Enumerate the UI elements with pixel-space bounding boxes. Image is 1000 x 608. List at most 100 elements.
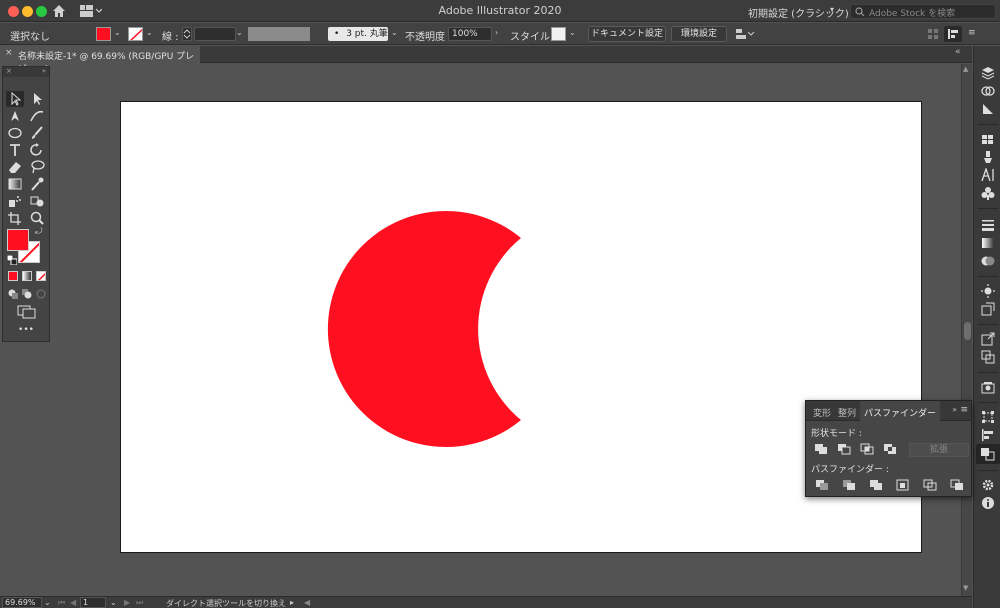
artboard-number-field[interactable]: 1 [80, 597, 106, 608]
document-tab[interactable]: × 名称未設定-1* @ 69.69% (RGB/GPU プレビュー) [0, 46, 200, 75]
variable-width-profile[interactable] [248, 27, 310, 41]
gear-icon[interactable] [981, 478, 995, 492]
trim-icon[interactable] [842, 479, 856, 491]
image-trace-icon[interactable] [981, 380, 995, 394]
window-minimize-button[interactable] [22, 6, 33, 17]
stroke-color-swatch[interactable] [128, 27, 143, 41]
align-icon[interactable] [981, 428, 995, 442]
selection-tool[interactable] [6, 91, 24, 107]
vertical-scrollbar[interactable]: ▲ ▼ [961, 64, 972, 596]
gradient-panel-icon[interactable] [981, 236, 995, 250]
lasso-tool[interactable] [28, 159, 46, 175]
zoom-tool[interactable] [28, 210, 46, 226]
swap-fill-stroke-icon[interactable]: ⤾ [35, 227, 43, 237]
screen-mode-icon[interactable] [17, 305, 37, 319]
swatches-icon[interactable] [981, 132, 995, 146]
column-graph-tool[interactable] [28, 193, 46, 209]
collapse-panels-icon[interactable]: « [955, 47, 969, 61]
chevron-down-icon[interactable]: ⌄ [44, 598, 51, 607]
transparency-icon[interactable] [981, 254, 995, 268]
panel-menu-icon[interactable]: ≡ [960, 405, 968, 415]
stroke-weight-field[interactable] [194, 27, 236, 41]
paintbrush-tool[interactable] [28, 125, 46, 141]
panel-toggle-button[interactable] [944, 26, 962, 42]
graphic-styles-icon[interactable] [981, 302, 995, 316]
unite-icon[interactable] [814, 443, 828, 455]
next-artboard-icon[interactable]: ▶ [124, 598, 130, 607]
none-mode-button[interactable] [36, 271, 46, 281]
divide-icon[interactable] [815, 479, 829, 491]
first-artboard-icon[interactable]: ⏮ [58, 598, 65, 608]
stroke-panel-icon[interactable] [981, 218, 995, 232]
chevron-right-icon[interactable]: › [495, 28, 498, 37]
window-maximize-button[interactable] [36, 6, 47, 17]
eraser-tool[interactable] [6, 159, 24, 175]
expand-button[interactable]: 拡張 [909, 443, 969, 457]
status-tool-hint[interactable]: ダイレクト選択ツールを切り換え [166, 598, 286, 608]
draw-normal-icon[interactable] [8, 289, 18, 299]
brush-definition[interactable]: • 3 pt. 丸筆 [328, 27, 388, 41]
edit-toolbar-button[interactable]: ••• [3, 325, 49, 335]
chevron-down-icon[interactable]: ⌄ [110, 598, 117, 607]
expand-icon[interactable]: » [42, 67, 46, 75]
curvature-tool[interactable] [28, 108, 46, 124]
close-icon[interactable]: × [5, 48, 13, 58]
chevron-down-icon[interactable]: ▾ [830, 5, 834, 14]
layers-icon[interactable] [981, 66, 995, 80]
preferences-button[interactable]: 環境設定 [671, 26, 727, 42]
crescent-shape[interactable] [121, 102, 923, 554]
scroll-left-icon[interactable]: ◀ [304, 598, 310, 607]
scroll-down-icon[interactable]: ▼ [963, 584, 968, 592]
export-icon[interactable] [981, 332, 995, 346]
artboard-tool[interactable] [6, 210, 24, 226]
vertical-scroll-thumb[interactable] [964, 322, 971, 340]
default-colors-icon[interactable] [7, 255, 17, 265]
artboard[interactable] [120, 101, 922, 553]
chevron-down-icon[interactable]: ⌄ [146, 28, 153, 37]
pen-tool[interactable] [6, 108, 24, 124]
libraries-icon[interactable] [981, 84, 995, 98]
tab-pathfinder[interactable]: パスファインダー [860, 401, 941, 421]
status-menu-icon[interactable]: ▸ [290, 598, 294, 607]
chevron-down-icon[interactable]: ⌄ [391, 28, 398, 37]
intersect-icon[interactable] [860, 443, 874, 455]
ellipse-tool[interactable] [6, 125, 24, 141]
scroll-up-icon[interactable]: ▲ [963, 65, 968, 73]
draw-behind-icon[interactable] [22, 289, 32, 299]
stock-search-input[interactable]: Adobe Stock を検索 [850, 4, 996, 19]
chevron-down-icon[interactable]: ⌄ [569, 28, 576, 37]
minus-front-icon[interactable] [837, 443, 851, 455]
arrange-documents-icon[interactable] [735, 28, 755, 40]
fill-color-swatch[interactable] [96, 27, 111, 41]
transform-icon[interactable] [981, 410, 995, 424]
stroke-weight-stepper[interactable] [182, 27, 192, 41]
outline-icon[interactable] [923, 479, 937, 491]
tab-align[interactable]: 整列 [838, 406, 856, 419]
document-setup-button[interactable]: ドキュメント設定 [588, 26, 666, 42]
exclude-icon[interactable] [883, 443, 897, 455]
minus-back-icon[interactable] [950, 479, 964, 491]
color-mode-button[interactable] [8, 271, 18, 281]
symbols-icon[interactable] [981, 186, 995, 200]
panel-collapse-icon[interactable]: » [952, 405, 957, 414]
tab-transform[interactable]: 変形 [813, 406, 831, 419]
merge-icon[interactable] [869, 479, 883, 491]
crop-icon[interactable] [896, 479, 910, 491]
tools-panel-header[interactable]: × » [3, 67, 49, 77]
workspace-switcher-icon[interactable] [80, 5, 102, 17]
graphic-style-swatch[interactable] [551, 27, 566, 41]
isolation-icon[interactable] [927, 28, 939, 40]
close-icon[interactable]: × [6, 67, 12, 75]
draw-inside-icon[interactable] [36, 289, 46, 299]
character-icon[interactable] [981, 168, 995, 182]
pathfinder-dock-button[interactable] [976, 444, 1000, 464]
home-icon[interactable] [52, 4, 66, 18]
artboards-panel-icon[interactable] [981, 350, 995, 364]
previous-artboard-icon[interactable]: ◀ [70, 598, 76, 607]
brushes-icon[interactable] [981, 150, 995, 164]
symbol-sprayer-tool[interactable] [6, 193, 24, 209]
type-tool[interactable] [6, 142, 24, 158]
last-artboard-icon[interactable]: ⏭ [136, 598, 143, 608]
gradient-mode-button[interactable] [22, 271, 32, 281]
fill-swatch-large[interactable] [7, 229, 29, 251]
